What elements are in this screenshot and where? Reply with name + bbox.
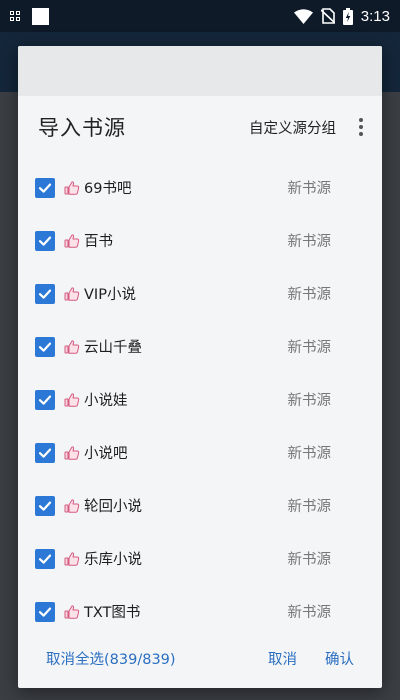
- source-checkbox[interactable]: [35, 283, 55, 304]
- source-row[interactable]: 小说娃 新书源: [18, 373, 382, 426]
- thumbs-up-icon: [64, 604, 80, 620]
- source-row[interactable]: 百书 新书源: [18, 214, 382, 267]
- status-time: 3:13: [360, 7, 390, 25]
- status-bar: 3:13: [0, 0, 400, 32]
- source-row[interactable]: 69书吧 新书源: [18, 161, 382, 214]
- source-group: 新书源: [287, 340, 332, 356]
- source-row[interactable]: 小说吧 新书源: [18, 426, 382, 479]
- thumbs-up-icon: [64, 339, 80, 355]
- source-group: 新书源: [287, 446, 332, 462]
- source-group: 新书源: [287, 499, 332, 515]
- checkmark-icon: [38, 605, 52, 619]
- checkmark-icon: [38, 340, 52, 354]
- source-name: VIP小说: [84, 287, 136, 303]
- dialog-footer: 取消全选(839/839) 取消 确认: [18, 628, 382, 688]
- confirm-button[interactable]: 确认: [325, 648, 354, 669]
- notification-square-icon: [32, 7, 49, 25]
- source-checkbox[interactable]: [35, 601, 55, 622]
- source-group: 新书源: [287, 287, 332, 303]
- source-name: TXT图书: [84, 605, 141, 621]
- checkmark-icon: [38, 181, 52, 195]
- checkmark-icon: [38, 446, 52, 460]
- checkmark-icon: [38, 234, 52, 248]
- checkmark-icon: [38, 499, 52, 513]
- checkmark-icon: [38, 393, 52, 407]
- thumbs-up-icon: [64, 180, 80, 196]
- source-name: 轮回小说: [84, 499, 142, 515]
- source-name: 百书: [84, 234, 113, 250]
- source-row[interactable]: 轮回小说 新书源: [18, 479, 382, 532]
- deselect-all-button[interactable]: 取消全选(839/839): [46, 648, 176, 669]
- source-checkbox[interactable]: [35, 389, 55, 410]
- dialog-title: 导入书源: [38, 116, 126, 140]
- wifi-icon: [293, 8, 313, 24]
- more-options-icon[interactable]: [346, 107, 376, 147]
- source-name: 69书吧: [84, 181, 132, 197]
- cancel-button[interactable]: 取消: [268, 648, 297, 669]
- thumbs-up-icon: [64, 551, 80, 567]
- source-checkbox[interactable]: [35, 442, 55, 463]
- source-row[interactable]: VIP小说 新书源: [18, 267, 382, 320]
- custom-source-group-button[interactable]: 自定义源分组: [239, 111, 346, 144]
- import-source-dialog: 导入书源 自定义源分组 69书吧 新书源 百书 新书源 VIP小说 新书源 云山千叠 新书源小…: [18, 46, 382, 688]
- thumbs-up-icon: [64, 498, 80, 514]
- source-row[interactable]: 乐库小说 新书源: [18, 532, 382, 585]
- source-group: 新书源: [287, 552, 332, 568]
- checkmark-icon: [38, 552, 52, 566]
- thumbs-up-icon: [64, 286, 80, 302]
- status-bar-left: [10, 7, 49, 25]
- source-name: 乐库小说: [84, 552, 142, 568]
- dialog-header: 导入书源 自定义源分组: [18, 96, 382, 158]
- app-grid-icon: [10, 11, 20, 21]
- source-checkbox[interactable]: [35, 495, 55, 516]
- status-bar-right: 3:13: [293, 7, 390, 25]
- thumbs-up-icon: [64, 445, 80, 461]
- source-checkbox[interactable]: [35, 230, 55, 251]
- source-group: 新书源: [287, 181, 332, 197]
- source-group: 新书源: [287, 234, 332, 250]
- source-group: 新书源: [287, 393, 332, 409]
- source-checkbox[interactable]: [35, 336, 55, 357]
- source-name: 云山千叠: [84, 340, 142, 356]
- source-name: 小说娃: [84, 393, 128, 409]
- source-checkbox[interactable]: [35, 548, 55, 569]
- dialog-top-band: [18, 46, 382, 96]
- source-group: 新书源: [287, 605, 332, 621]
- source-row[interactable]: 云山千叠 新书源: [18, 320, 382, 373]
- source-checkbox[interactable]: [35, 177, 55, 198]
- thumbs-up-icon: [64, 392, 80, 408]
- thumbs-up-icon: [64, 233, 80, 249]
- footer-actions: 取消 确认: [268, 648, 354, 669]
- source-name: 小说吧: [84, 446, 128, 462]
- checkmark-icon: [38, 287, 52, 301]
- battery-charging-icon: [342, 7, 353, 25]
- no-sim-icon: [320, 8, 335, 24]
- source-list: 69书吧 新书源 百书 新书源 VIP小说 新书源 云山千叠 新书源 小说娃 新书源 小说吧 新书源轮…: [18, 158, 382, 638]
